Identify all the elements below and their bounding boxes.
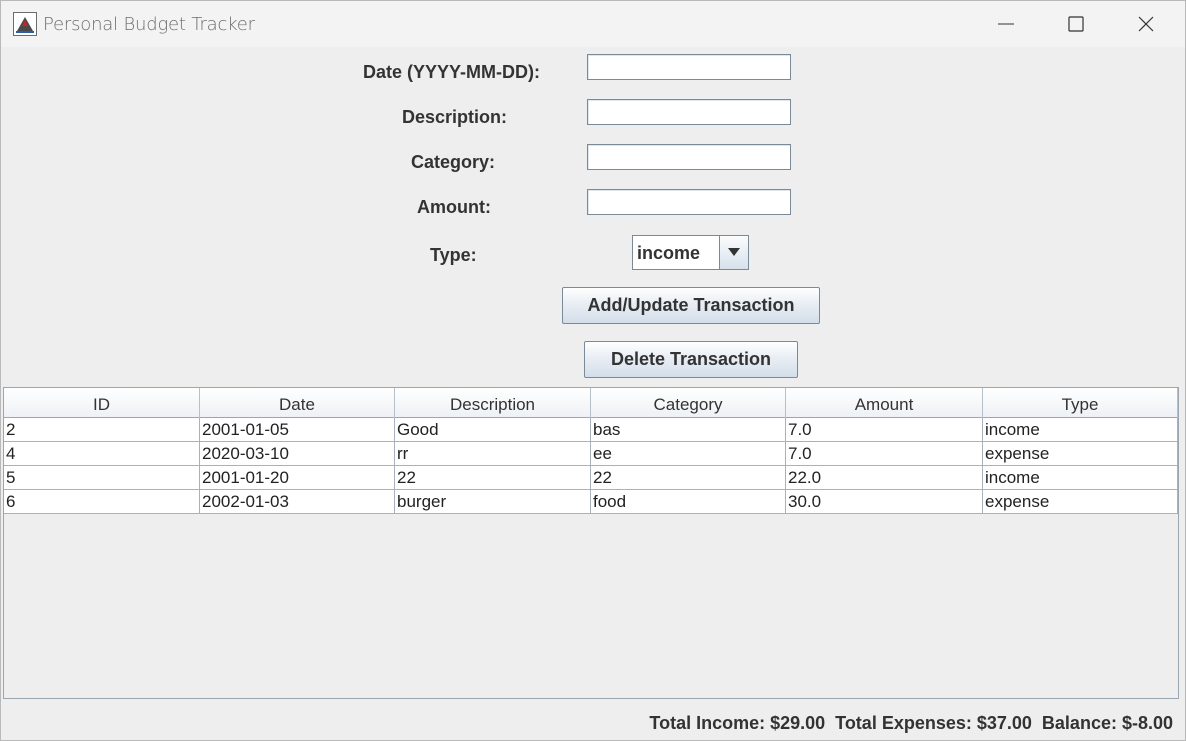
- transactions-table[interactable]: ID Date Description Category Amount Type…: [3, 387, 1179, 699]
- column-header-amount[interactable]: Amount: [786, 388, 983, 418]
- cell-id[interactable]: 4: [4, 442, 200, 466]
- description-label: Description:: [402, 107, 508, 127]
- total-income-label: Total Income: $29.00: [649, 713, 826, 733]
- type-label: Type:: [430, 245, 477, 265]
- type-dropdown-button[interactable]: [719, 236, 748, 269]
- category-label: Category:: [411, 152, 496, 172]
- date-label: Date (YYYY-MM-DD):: [363, 62, 541, 82]
- date-input[interactable]: [587, 54, 791, 80]
- amount-input[interactable]: [587, 189, 791, 215]
- cell-date[interactable]: 2020-03-10: [200, 442, 395, 466]
- description-input[interactable]: [587, 99, 791, 125]
- cell-date[interactable]: 2001-01-05: [200, 418, 395, 442]
- minimize-icon: [998, 23, 1014, 25]
- amount-label: Amount:: [417, 197, 491, 217]
- cell-id[interactable]: 2: [4, 418, 200, 442]
- category-input[interactable]: [587, 144, 791, 170]
- close-icon: [1138, 16, 1154, 32]
- cell-amount[interactable]: 30.0: [786, 490, 983, 514]
- app-window: Personal Budget Tracker Date (YYYY-MM-DD…: [0, 0, 1186, 741]
- cell-category[interactable]: 22: [591, 466, 786, 490]
- triangle-down-icon: [728, 248, 740, 256]
- cell-id[interactable]: 6: [4, 490, 200, 514]
- cell-type[interactable]: income: [983, 466, 1178, 490]
- table-header: ID Date Description Category Amount Type: [4, 388, 1178, 418]
- cell-amount[interactable]: 7.0: [786, 442, 983, 466]
- cell-description[interactable]: burger: [395, 490, 591, 514]
- cell-description[interactable]: 22: [395, 466, 591, 490]
- column-header-description[interactable]: Description: [395, 388, 591, 418]
- column-header-date[interactable]: Date: [200, 388, 395, 418]
- table-body: 2 2001-01-05 Good bas 7.0 income 4 2020-…: [4, 418, 1178, 514]
- maximize-icon: [1068, 16, 1084, 32]
- cell-description[interactable]: Good: [395, 418, 591, 442]
- column-header-id[interactable]: ID: [4, 388, 200, 418]
- close-button[interactable]: [1111, 1, 1181, 47]
- cell-id[interactable]: 5: [4, 466, 200, 490]
- minimize-button[interactable]: [971, 1, 1041, 47]
- cell-category[interactable]: food: [591, 490, 786, 514]
- cell-amount[interactable]: 7.0: [786, 418, 983, 442]
- balance-label: Balance: $-8.00: [1041, 713, 1173, 733]
- cell-date[interactable]: 2002-01-03: [200, 490, 395, 514]
- cell-category[interactable]: ee: [591, 442, 786, 466]
- delete-transaction-button[interactable]: Delete Transaction: [584, 341, 798, 378]
- cell-amount[interactable]: 22.0: [786, 466, 983, 490]
- total-expenses-label: Total Expenses: $37.00: [835, 713, 1032, 733]
- cell-category[interactable]: bas: [591, 418, 786, 442]
- add-update-transaction-button[interactable]: Add/Update Transaction: [562, 287, 820, 324]
- window-title: Personal Budget Tracker: [43, 14, 255, 35]
- table-row[interactable]: 6 2002-01-03 burger food 30.0 expense: [4, 490, 1178, 514]
- java-app-icon: [13, 12, 37, 36]
- type-select[interactable]: income: [632, 235, 749, 270]
- maximize-button[interactable]: [1041, 1, 1111, 47]
- summary-bar: Total Income: $29.00 Total Expenses: $37…: [649, 713, 1173, 734]
- cell-date[interactable]: 2001-01-20: [200, 466, 395, 490]
- type-selected-value: income: [637, 243, 701, 263]
- table-row[interactable]: 5 2001-01-20 22 22 22.0 income: [4, 466, 1178, 490]
- cell-description[interactable]: rr: [395, 442, 591, 466]
- cell-type[interactable]: expense: [983, 490, 1178, 514]
- column-header-category[interactable]: Category: [591, 388, 786, 418]
- column-header-type[interactable]: Type: [983, 388, 1178, 418]
- table-row[interactable]: 4 2020-03-10 rr ee 7.0 expense: [4, 442, 1178, 466]
- cell-type[interactable]: expense: [983, 442, 1178, 466]
- title-bar[interactable]: Personal Budget Tracker: [1, 1, 1185, 47]
- cell-type[interactable]: income: [983, 418, 1178, 442]
- table-row[interactable]: 2 2001-01-05 Good bas 7.0 income: [4, 418, 1178, 442]
